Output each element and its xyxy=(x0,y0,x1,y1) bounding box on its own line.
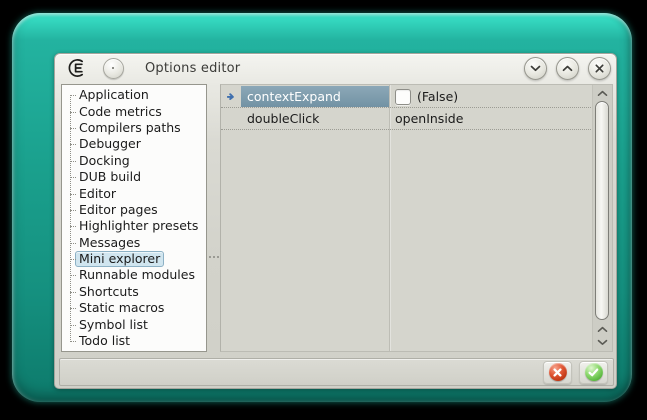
chevron-up-icon xyxy=(562,65,573,72)
sidebar-item-symbol-list[interactable]: Symbol list xyxy=(62,316,206,332)
sidebar-item-editor-pages[interactable]: Editor pages xyxy=(62,202,206,218)
sidebar-item-editor[interactable]: Editor xyxy=(62,185,206,201)
chevron-up-icon xyxy=(597,326,608,333)
sidebar-item-static-macros[interactable]: Static macros xyxy=(62,300,206,316)
property-rows: contextExpand (False) doubleClick openIn… xyxy=(221,86,591,130)
property-value-text: openInside xyxy=(395,111,463,126)
property-grid: contextExpand (False) doubleClick openIn… xyxy=(220,84,613,352)
contextexpand-checkbox[interactable] xyxy=(395,89,411,105)
sidebar-item-application[interactable]: Application xyxy=(62,87,206,103)
scroll-down-button[interactable] xyxy=(593,335,612,349)
row-gutter xyxy=(221,108,241,129)
sidebar-item-compilers-paths[interactable]: Compilers paths xyxy=(62,120,206,136)
chevron-down-icon xyxy=(597,339,608,346)
footer-toolbar xyxy=(59,358,614,386)
sidebar-item-mini-explorer[interactable]: Mini explorer xyxy=(62,251,206,267)
grid-scrollbar[interactable] xyxy=(592,85,612,351)
row-gutter xyxy=(221,86,241,107)
sidebar-item-todo-list[interactable]: Todo list xyxy=(62,333,206,349)
splitter-grip-icon xyxy=(209,256,219,258)
close-button[interactable] xyxy=(588,57,611,80)
checkbox-state-label: (False) xyxy=(417,89,458,104)
window-title: Options editor xyxy=(145,61,240,76)
cancel-button[interactable] xyxy=(543,361,572,384)
sidebar-item-messages[interactable]: Messages xyxy=(62,235,206,251)
property-name[interactable]: contextExpand xyxy=(241,86,389,107)
coedit-logo-icon xyxy=(66,58,88,78)
maximize-button[interactable] xyxy=(556,57,579,80)
chevron-up-icon xyxy=(597,90,608,97)
accept-button[interactable] xyxy=(579,361,608,384)
sidebar-item-highlighter-presets[interactable]: Highlighter presets xyxy=(62,218,206,234)
window-menu-button[interactable] xyxy=(103,58,124,79)
titlebar[interactable]: Options editor xyxy=(55,54,616,82)
property-row-doubleclick[interactable]: doubleClick openInside xyxy=(221,108,591,130)
sidebar-item-dub-build[interactable]: DUB build xyxy=(62,169,206,185)
property-name[interactable]: doubleClick xyxy=(241,108,389,129)
chevron-down-icon xyxy=(530,65,541,72)
sidebar-item-docking[interactable]: Docking xyxy=(62,153,206,169)
scroll-up-button-bottom[interactable] xyxy=(593,322,612,336)
sidebar-item-debugger[interactable]: Debugger xyxy=(62,136,206,152)
sidebar-item-code-metrics[interactable]: Code metrics xyxy=(62,103,206,119)
check-icon xyxy=(585,363,603,381)
property-value: (False) xyxy=(389,86,591,107)
sidebar-item-runnable-modules[interactable]: Runnable modules xyxy=(62,267,206,283)
window-frame: Options editor Application Code metrics … xyxy=(12,13,632,402)
property-value[interactable]: openInside xyxy=(389,108,591,129)
options-category-list: Application Code metrics Compilers paths… xyxy=(61,84,207,352)
options-editor-window: Options editor Application Code metrics … xyxy=(54,53,617,389)
property-row-contextexpand[interactable]: contextExpand (False) xyxy=(221,86,591,108)
cancel-icon xyxy=(549,363,567,381)
selected-row-arrow-icon xyxy=(227,92,236,101)
scroll-up-button[interactable] xyxy=(593,86,612,100)
panel-splitter[interactable] xyxy=(207,84,220,352)
x-icon xyxy=(595,64,604,73)
scrollbar-thumb[interactable] xyxy=(595,101,609,320)
sidebar-item-shortcuts[interactable]: Shortcuts xyxy=(62,284,206,300)
minimize-button[interactable] xyxy=(524,57,547,80)
titlebar-buttons xyxy=(524,57,611,80)
category-list: Application Code metrics Compilers paths… xyxy=(62,85,206,349)
